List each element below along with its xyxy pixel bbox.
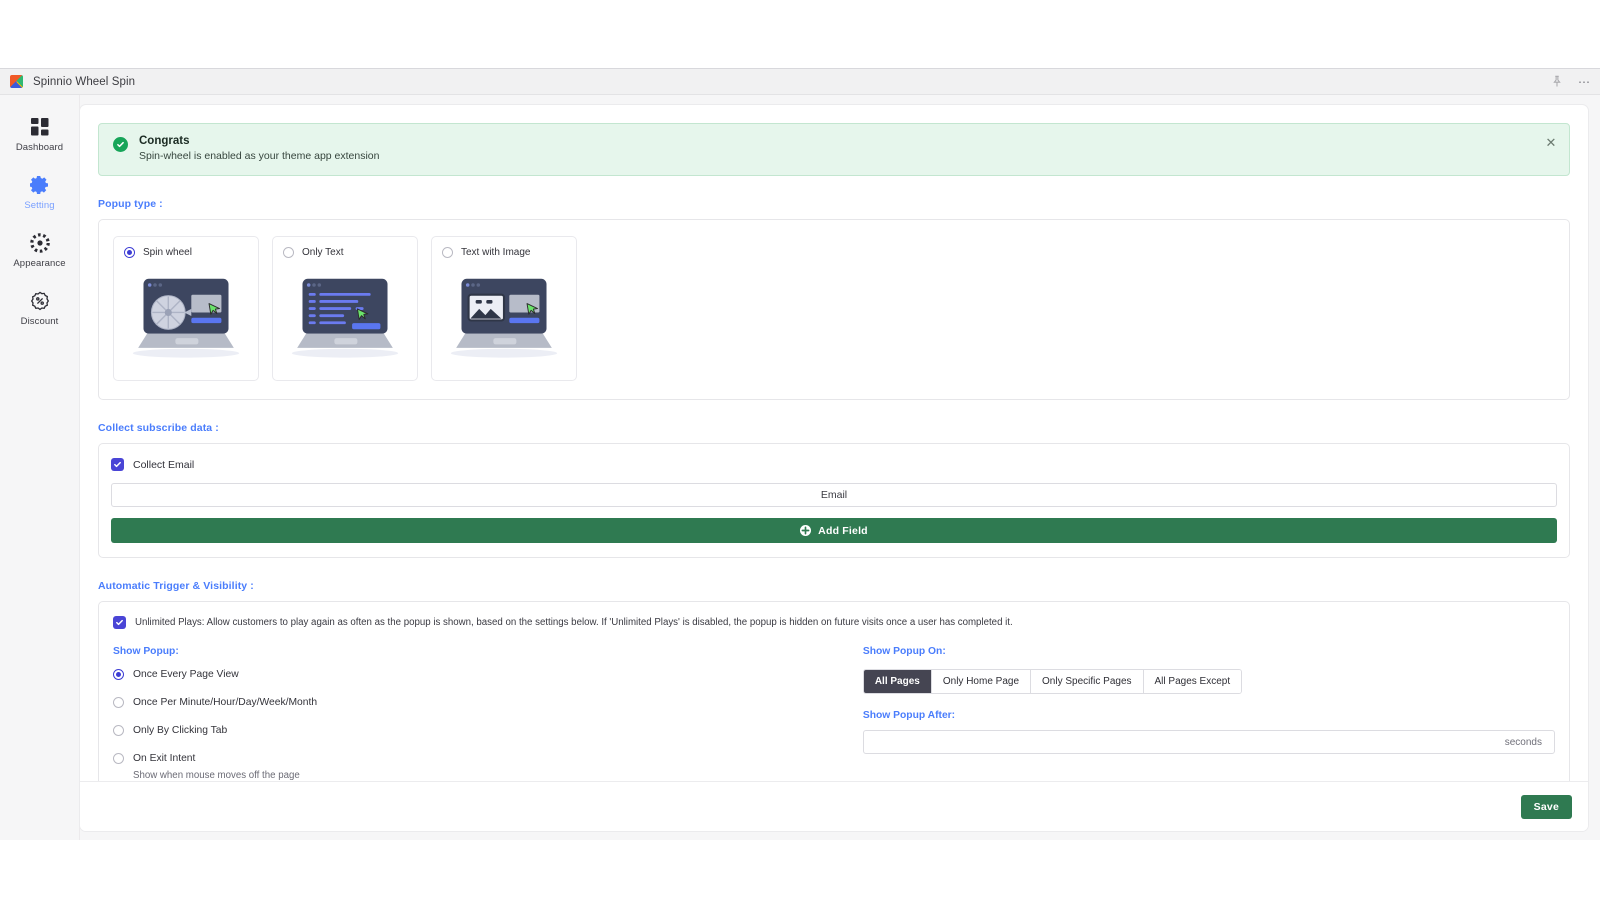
pin-icon[interactable] <box>1550 75 1564 89</box>
collect-panel: Collect Email Email Add Field <box>98 443 1570 558</box>
desktop-background-top <box>0 0 1600 68</box>
label-once-every-page-view: Once Every Page View <box>133 669 239 681</box>
desktop-background-bottom <box>0 840 1600 900</box>
settings-scroll-area: Congrats Spin-wheel is enabled as your t… <box>80 105 1588 831</box>
label-once-per-period: Once Per Minute/Hour/Day/Week/Month <box>133 697 318 709</box>
show-popup-option-once-every-page-view[interactable]: Once Every Page View <box>113 669 863 681</box>
screen-root: Spinnio Wheel Spin ⋯ Dashboard Setting A… <box>0 0 1600 900</box>
popup-type-card-text-with-image[interactable]: Text with Image <box>431 236 577 381</box>
popup-type-label-spin-wheel: Spin wheel <box>143 247 192 258</box>
segment-all-pages[interactable]: All Pages <box>863 670 932 694</box>
trigger-section-label: Automatic Trigger & Visibility : <box>98 580 254 592</box>
radio-on-exit-intent[interactable] <box>113 753 124 765</box>
label-on-exit-intent: On Exit Intent <box>133 753 196 765</box>
show-popup-option-only-by-clicking-tab[interactable]: Only By Clicking Tab <box>113 725 863 737</box>
radio-only-by-clicking-tab[interactable] <box>113 725 124 737</box>
trigger-columns: Show Popup: Once Every Page View Once Pe… <box>113 646 1555 781</box>
dashboard-grid-icon <box>30 117 50 137</box>
titlebar-right-controls: ⋯ <box>1550 69 1590 95</box>
sidebar-item-setting[interactable]: Setting <box>0 175 80 211</box>
add-field-button[interactable]: Add Field <box>111 518 1557 543</box>
radio-text-with-image[interactable] <box>442 247 453 258</box>
window-body: Dashboard Setting Appearance Discount Co… <box>0 95 1600 841</box>
popup-type-section-label: Popup type : <box>98 198 163 210</box>
show-popup-on-column: Show Popup On: All Pages Only Home Page … <box>862 646 1555 781</box>
popup-type-label-only-text: Only Text <box>302 247 344 258</box>
window-title: Spinnio Wheel Spin <box>33 75 136 88</box>
success-banner: Congrats Spin-wheel is enabled as your t… <box>98 123 1570 176</box>
popup-type-card-spin-wheel[interactable]: Spin wheel <box>113 236 259 381</box>
on-exit-intent-subtext: Show when mouse moves off the page <box>133 770 300 782</box>
sidebar-item-appearance[interactable]: Appearance <box>0 233 80 269</box>
app-logo-icon <box>10 75 23 88</box>
checkbox-unlimited-plays[interactable] <box>113 616 126 629</box>
segment-only-specific-pages[interactable]: Only Specific Pages <box>1031 670 1144 694</box>
main-content-wrapper: Congrats Spin-wheel is enabled as your t… <box>80 95 1600 841</box>
email-field-value: Email <box>820 489 848 501</box>
success-check-icon <box>113 137 128 152</box>
collect-section-label: Collect subscribe data : <box>98 422 219 434</box>
show-popup-column: Show Popup: Once Every Page View Once Pe… <box>113 646 863 781</box>
banner-subtitle: Spin-wheel is enabled as your theme app … <box>139 150 380 162</box>
sidebar-item-dashboard[interactable]: Dashboard <box>0 117 80 153</box>
collect-email-label: Collect Email <box>133 458 195 471</box>
segment-all-pages-except[interactable]: All Pages Except <box>1143 670 1242 694</box>
banner-title: Congrats <box>139 135 190 147</box>
window-titlebar: Spinnio Wheel Spin ⋯ <box>0 69 1600 95</box>
laptop-only-text-illustration <box>283 266 407 366</box>
popup-type-head-text-with-image: Text with Image <box>442 247 566 258</box>
laptop-text-with-image-illustration <box>442 266 566 366</box>
save-button[interactable]: Save <box>1520 794 1572 819</box>
more-options-icon[interactable]: ⋯ <box>1578 76 1590 88</box>
show-popup-after-input[interactable]: seconds <box>862 730 1555 755</box>
radio-once-per-period[interactable] <box>113 697 124 709</box>
segment-only-home-page[interactable]: Only Home Page <box>931 670 1032 694</box>
collect-email-row[interactable]: Collect Email <box>111 458 1557 471</box>
radio-only-text[interactable] <box>283 247 294 258</box>
card-footer: Save <box>80 781 1588 831</box>
popup-type-panel: Spin wheel Only Text Text with Image <box>98 219 1570 400</box>
show-popup-option-on-exit-intent[interactable]: On Exit Intent <box>113 753 863 765</box>
popup-type-head-only-text: Only Text <box>283 247 407 258</box>
show-popup-option-once-per-period[interactable]: Once Per Minute/Hour/Day/Week/Month <box>113 697 863 709</box>
unlimited-plays-row[interactable]: Unlimited Plays: Allow customers to play… <box>113 616 1555 629</box>
laptop-spin-wheel-illustration <box>124 266 248 366</box>
sidebar-label-appearance: Appearance <box>13 258 66 269</box>
popup-type-label-text-with-image: Text with Image <box>461 247 531 258</box>
radio-spin-wheel[interactable] <box>124 247 135 258</box>
show-popup-on-segmented-control: All Pages Only Home Page Only Specific P… <box>862 669 1243 695</box>
radio-once-every-page-view[interactable] <box>113 669 124 681</box>
sidebar-item-discount[interactable]: Discount <box>0 291 80 327</box>
sidebar-label-dashboard: Dashboard <box>15 142 64 153</box>
label-only-by-clicking-tab: Only By Clicking Tab <box>133 725 228 737</box>
sidebar: Dashboard Setting Appearance Discount <box>0 95 80 841</box>
email-field-row[interactable]: Email <box>111 483 1557 507</box>
popup-type-head-spin-wheel: Spin wheel <box>124 247 248 258</box>
sidebar-label-discount: Discount <box>20 316 59 327</box>
sidebar-label-setting: Setting <box>24 200 55 211</box>
plus-circle-icon <box>800 525 812 536</box>
popup-type-card-row: Spin wheel Only Text Text with Image <box>113 236 1555 381</box>
close-icon[interactable]: ✕ <box>1543 134 1559 150</box>
gear-icon <box>29 175 50 195</box>
show-popup-label: Show Popup: <box>113 646 179 658</box>
app-window: Spinnio Wheel Spin ⋯ Dashboard Setting A… <box>0 68 1600 841</box>
trigger-panel: Unlimited Plays: Allow customers to play… <box>98 601 1570 805</box>
popup-type-card-only-text[interactable]: Only Text <box>272 236 418 381</box>
appearance-dots-icon <box>29 233 50 253</box>
checkbox-collect-email[interactable] <box>111 458 124 471</box>
unlimited-plays-text: Unlimited Plays: Allow customers to play… <box>135 617 1013 628</box>
seconds-unit-label: seconds <box>1504 736 1542 748</box>
discount-badge-icon <box>30 291 50 311</box>
show-popup-after-label: Show Popup After: <box>862 710 956 722</box>
show-popup-on-label: Show Popup On: <box>862 646 946 658</box>
add-field-label: Add Field <box>818 524 868 537</box>
settings-card: Congrats Spin-wheel is enabled as your t… <box>80 105 1588 831</box>
